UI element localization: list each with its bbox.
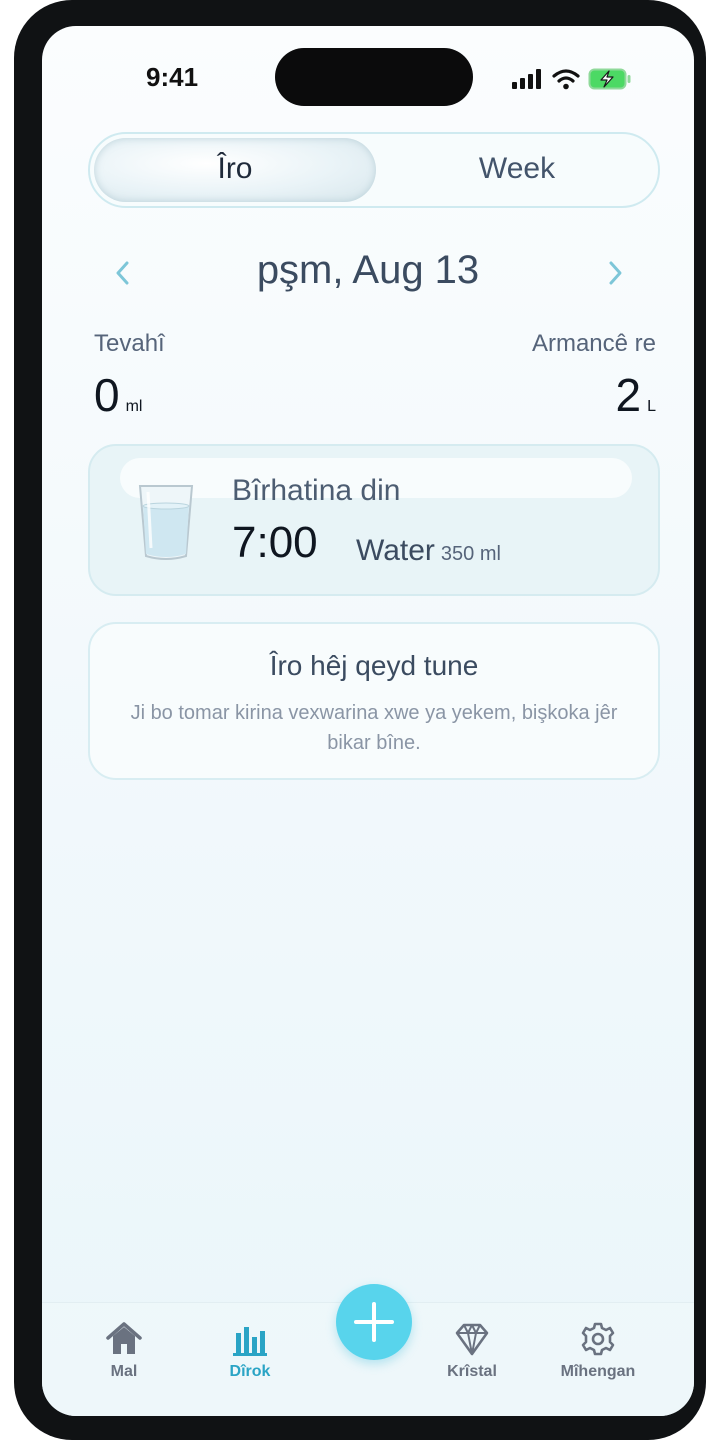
- empty-state-description: Ji bo tomar kirina vexwarina xwe ya yeke…: [130, 702, 618, 754]
- next-reminder-drink: Water 350 ml: [356, 534, 501, 568]
- date-title: pşm, Aug 13: [256, 248, 480, 292]
- home-icon: [106, 1322, 142, 1354]
- next-day-chevron-icon[interactable]: [600, 258, 630, 288]
- drink-name: Water: [356, 534, 435, 567]
- total-number: 0: [94, 369, 120, 421]
- total-unit: ml: [125, 398, 143, 415]
- next-reminder-time: 7:00: [232, 518, 318, 567]
- dynamic-island: [275, 48, 473, 106]
- tab-settings[interactable]: Mîhengan: [538, 1321, 658, 1381]
- phone-frame: 9:41 Îro Week pşm, Aug 13 Tevahî 0 ml Ar…: [14, 0, 706, 1440]
- empty-state-title: Îro hêj qeyd tune: [269, 650, 479, 681]
- goal-value: 2L: [616, 368, 657, 422]
- battery-charging-icon: [588, 68, 631, 90]
- diamond-icon: [455, 1323, 489, 1356]
- period-segmented-control: Îro Week: [88, 132, 660, 208]
- tab-home[interactable]: Mal: [64, 1321, 184, 1381]
- gear-icon: [581, 1322, 615, 1356]
- drink-amount: 350 ml: [440, 543, 501, 565]
- tab-crystal[interactable]: Krîstal: [412, 1321, 532, 1381]
- signal-icon: [512, 69, 541, 89]
- segment-week[interactable]: Week: [376, 152, 658, 186]
- goal-unit: L: [647, 398, 656, 415]
- segment-today[interactable]: Îro: [94, 152, 376, 186]
- plus-icon: [354, 1302, 394, 1342]
- status-time: 9:41: [146, 62, 199, 92]
- total-label: Tevahî: [94, 330, 165, 357]
- wifi-icon: [552, 69, 580, 90]
- goal-label: Armancê re: [531, 330, 656, 357]
- next-reminder-card[interactable]: Bîrhatina din 7:00 Water 350 ml: [88, 444, 660, 596]
- add-drink-button[interactable]: [336, 1284, 412, 1360]
- empty-state-card: Îro hêj qeyd tune Ji bo tomar kirina vex…: [88, 622, 660, 780]
- water-glass-icon: [138, 485, 194, 560]
- status-icons: [512, 66, 632, 92]
- goal-number: 2: [615, 369, 642, 421]
- next-reminder-title: Bîrhatina din: [232, 474, 401, 507]
- tab-history[interactable]: Dîrok: [190, 1321, 310, 1381]
- status-bar: 9:41: [42, 26, 694, 126]
- tab-home-label: Mal: [110, 1363, 138, 1380]
- tab-settings-label: Mîhengan: [560, 1363, 636, 1380]
- bar-chart-icon: [233, 1327, 267, 1356]
- tab-crystal-label: Krîstal: [447, 1363, 497, 1380]
- app-screen: 9:41 Îro Week pşm, Aug 13 Tevahî 0 ml Ar…: [42, 26, 694, 1416]
- tab-history-label: Dîrok: [229, 1363, 271, 1380]
- total-value: 0 ml: [94, 368, 142, 422]
